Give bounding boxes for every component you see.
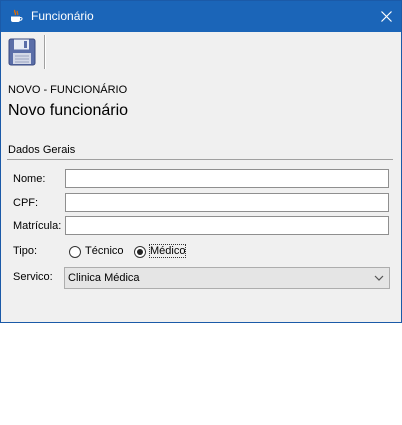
toolbar-separator xyxy=(44,35,45,69)
servico-selected-value: Clinica Médica xyxy=(68,272,140,284)
servico-select[interactable]: Clinica Médica xyxy=(64,267,390,289)
save-button[interactable] xyxy=(6,36,38,68)
section-title: Dados Gerais xyxy=(8,144,76,156)
cpf-field[interactable] xyxy=(65,193,389,212)
floppy-disk-icon xyxy=(8,38,36,66)
radio-selected-dot xyxy=(137,249,143,255)
radio-tecnico[interactable] xyxy=(69,246,81,258)
cpf-label: CPF: xyxy=(13,197,39,209)
nome-field[interactable] xyxy=(65,169,389,188)
funcionario-window: Funcionário NOVO - FUNCIONÁRIO Novo func… xyxy=(0,0,402,323)
window-title: Funcionário xyxy=(31,9,94,23)
page-title: Novo funcionário xyxy=(8,102,129,119)
radio-medico-label[interactable]: Médico xyxy=(148,244,187,258)
chevron-down-icon xyxy=(374,275,384,281)
matricula-field[interactable] xyxy=(65,216,389,235)
section-divider xyxy=(7,159,393,160)
close-button[interactable] xyxy=(371,1,401,32)
nome-label: Nome: xyxy=(13,173,46,185)
close-icon xyxy=(380,11,392,22)
matricula-label: Matrícula: xyxy=(13,220,62,232)
title-bar[interactable]: Funcionário xyxy=(1,1,401,32)
servico-label: Servico: xyxy=(13,271,53,283)
radio-tecnico-label[interactable]: Técnico xyxy=(85,245,124,257)
radio-medico[interactable] xyxy=(134,246,146,258)
java-icon xyxy=(11,9,23,22)
toolbar xyxy=(1,32,401,72)
breadcrumb: NOVO - FUNCIONÁRIO xyxy=(8,84,128,96)
tipo-label: Tipo: xyxy=(13,245,38,257)
